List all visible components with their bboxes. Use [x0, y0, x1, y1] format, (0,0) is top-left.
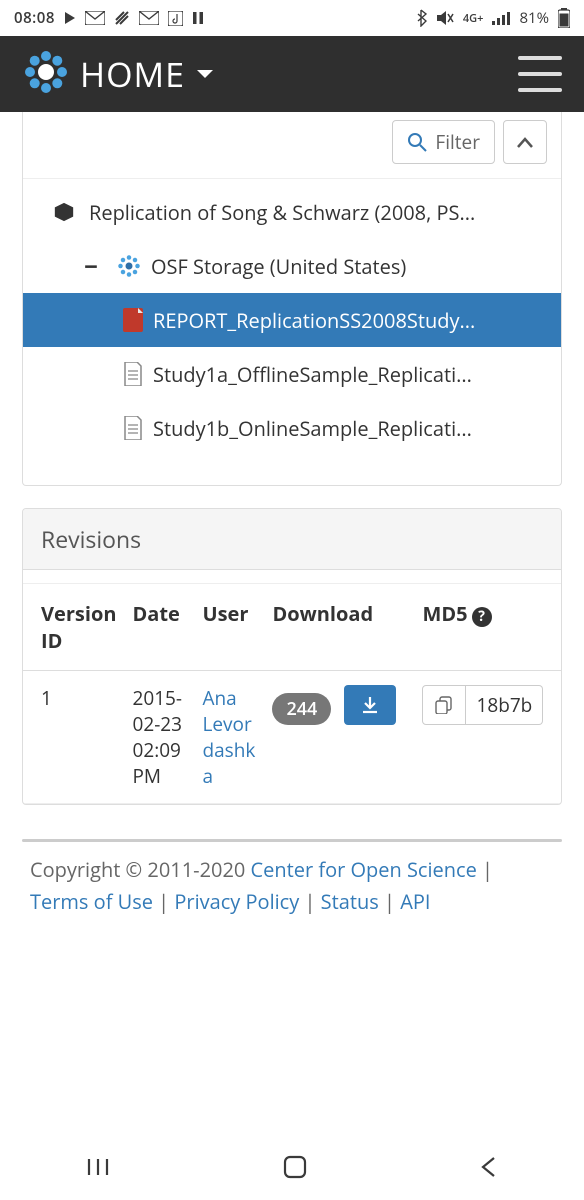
search-icon: [407, 132, 427, 152]
home-dropdown[interactable]: HOME: [22, 48, 215, 101]
cell-version: 1: [23, 671, 124, 804]
play-icon: [64, 11, 76, 25]
file-panel: Filter Replication of Song & Schwarz (20…: [22, 112, 562, 486]
mail-icon: [85, 11, 105, 25]
terms-link[interactable]: Terms of Use: [30, 888, 153, 915]
battery-icon: [558, 8, 570, 28]
chevron-up-icon: [516, 129, 534, 155]
cell-date: 2015-02-23 02:09 PM: [124, 671, 194, 804]
revisions-table: Version ID Date User Download MD5? 1 201…: [23, 584, 561, 804]
footer: Copyright © 2011-2020 Center for Open Sc…: [0, 842, 584, 918]
status-link[interactable]: Status: [321, 888, 379, 915]
md5-value: 18b7b: [466, 685, 543, 725]
api-link[interactable]: API: [400, 888, 430, 915]
table-row: 1 2015-02-23 02:09 PM Ana Levordashka 24…: [23, 671, 561, 804]
download-count-badge: 244: [272, 693, 331, 725]
tree-storage-row[interactable]: − OSF Storage (United States): [23, 239, 561, 293]
home-button[interactable]: [282, 1154, 308, 1185]
osf-logo-icon: [22, 48, 70, 101]
cos-link[interactable]: Center for Open Science: [251, 856, 477, 883]
tree-project-row[interactable]: Replication of Song & Schwarz (2008, PS.…: [23, 185, 561, 239]
cube-icon: [53, 201, 75, 223]
revisions-title: Revisions: [23, 509, 561, 570]
signal-icon: [492, 11, 510, 25]
storage-label: OSF Storage (United States): [151, 253, 406, 280]
osf-mini-icon: [117, 254, 141, 278]
file-tree: Replication of Song & Schwarz (2008, PS.…: [23, 179, 561, 455]
help-icon[interactable]: ?: [472, 607, 492, 627]
tree-file-row[interactable]: Study1a_OfflineSample_Replicati...: [23, 347, 561, 401]
network-type: 4G+: [463, 13, 484, 24]
status-bar: 08:08 4G+ 81%: [0, 0, 584, 36]
revisions-panel: Revisions Version ID Date User Download …: [22, 508, 562, 805]
col-date: Date: [124, 584, 194, 671]
col-user: User: [194, 584, 264, 671]
mail2-icon: [139, 11, 159, 25]
project-title: Replication of Song & Schwarz (2008, PS.…: [89, 199, 475, 226]
file-name: Study1b_OnlineSample_Replicati...: [153, 415, 472, 442]
copyright-text: Copyright © 2011-2020: [30, 856, 251, 883]
tree-file-row[interactable]: Study1b_OnlineSample_Replicati...: [23, 401, 561, 455]
file-icon: [123, 362, 143, 386]
clock: 08:08: [14, 8, 55, 28]
download-button[interactable]: [344, 685, 396, 725]
stripe-icon: [114, 10, 130, 26]
col-md5: MD5?: [414, 584, 561, 671]
file-icon: [123, 416, 143, 440]
pause-icon: [192, 11, 204, 25]
file-name: Study1a_OfflineSample_Replicati...: [153, 361, 472, 388]
mute-icon: [436, 10, 454, 26]
back-button[interactable]: [479, 1154, 499, 1185]
music-icon: [168, 11, 183, 26]
bluetooth-icon: [415, 9, 427, 27]
col-version: Version ID: [23, 584, 124, 671]
collapse-toggle-icon[interactable]: −: [81, 250, 101, 283]
recent-apps-button[interactable]: [85, 1154, 111, 1185]
filter-label: Filter: [435, 129, 480, 155]
android-nav-bar: [0, 1138, 584, 1200]
nav-home-label: HOME: [80, 51, 185, 97]
caret-down-icon: [195, 63, 215, 85]
battery-pct: 81%: [519, 8, 549, 28]
navbar: HOME: [0, 36, 584, 112]
copy-md5-button[interactable]: [422, 685, 466, 725]
file-name: REPORT_ReplicationSS2008Study...: [153, 307, 475, 334]
tree-file-row[interactable]: REPORT_ReplicationSS2008Study...: [23, 293, 561, 347]
filter-button[interactable]: Filter: [392, 120, 495, 164]
privacy-link[interactable]: Privacy Policy: [174, 888, 299, 915]
col-download: Download: [264, 584, 414, 671]
pdf-icon: [123, 308, 143, 332]
user-link[interactable]: Ana Levordashka: [202, 685, 255, 789]
menu-button[interactable]: [518, 56, 562, 92]
collapse-button[interactable]: [503, 120, 547, 164]
